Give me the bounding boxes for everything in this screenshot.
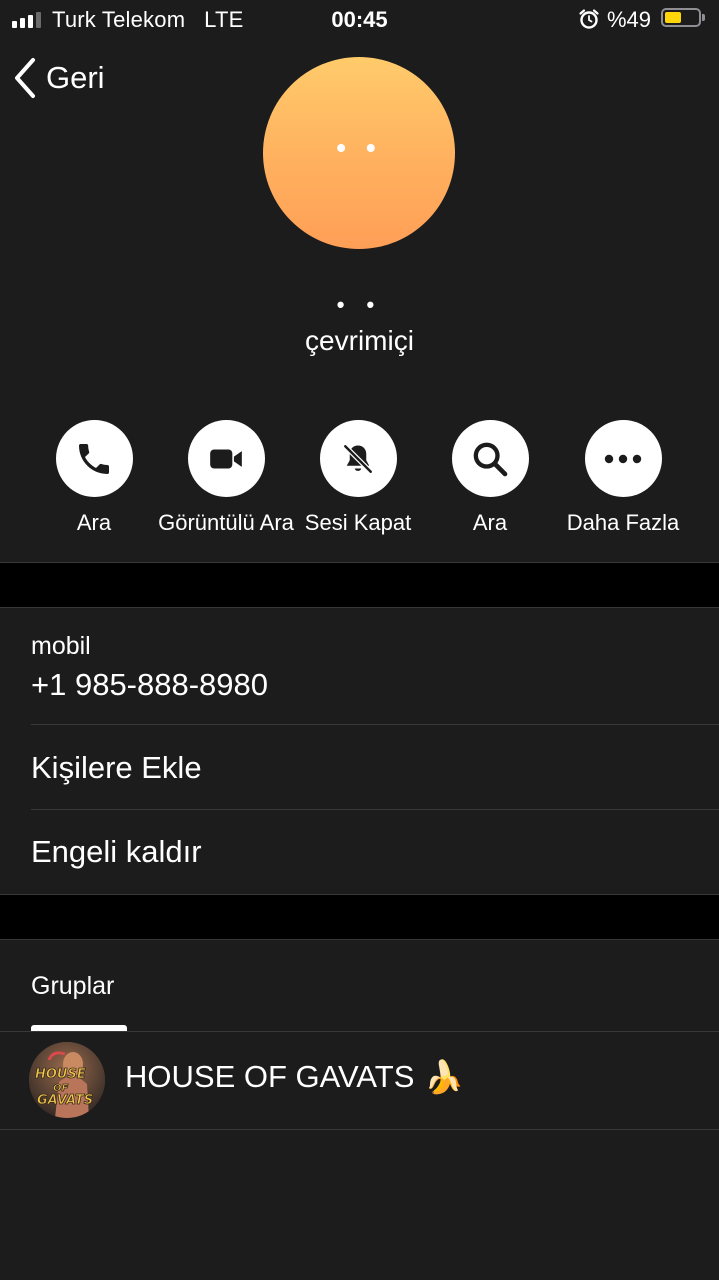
phone-type-label: mobil <box>31 632 91 660</box>
divider <box>0 1129 719 1130</box>
battery-fill <box>665 12 681 23</box>
magnifier-icon <box>451 420 529 497</box>
alarm-clock-icon <box>579 9 599 29</box>
battery-percent: %49 <box>607 7 652 32</box>
section-gap <box>0 563 719 607</box>
avatar-initials: • • <box>336 132 382 163</box>
more-button[interactable]: Daha Fazla <box>543 420 703 550</box>
svg-text:GAVATS: GAVATS <box>37 1093 93 1108</box>
profile-name: • • <box>336 292 383 317</box>
phone-number[interactable]: +1 985-888-8980 <box>31 667 268 703</box>
phone-icon <box>55 420 133 497</box>
more-label: Daha Fazla <box>566 510 680 535</box>
video-camera-icon <box>187 420 265 497</box>
chevron-left-icon <box>15 58 35 98</box>
divider <box>0 607 719 608</box>
banana-emoji: 🍌 <box>424 1058 465 1096</box>
tab-groups[interactable]: Gruplar <box>31 972 114 1001</box>
ellipsis-icon <box>584 420 662 497</box>
battery-icon <box>661 8 705 27</box>
search-label: Ara <box>472 510 508 535</box>
group-list-item[interactable]: HOUSE OF GAVATS 🍌 <box>125 1058 464 1096</box>
bell-slash-icon <box>319 420 397 497</box>
back-label: Geri <box>46 60 105 95</box>
divider <box>31 724 719 725</box>
mute-label: Sesi Kapat <box>304 510 412 535</box>
back-button[interactable]: Geri <box>12 56 105 100</box>
divider <box>0 1031 719 1032</box>
unblock-button[interactable]: Engeli kaldır <box>31 834 202 870</box>
group-avatar[interactable]: HOUSE OF GAVATS <box>29 1042 105 1118</box>
presence-status: çevrimiçi <box>305 325 414 356</box>
group-name: HOUSE OF GAVATS <box>125 1059 415 1094</box>
section-gap <box>0 895 719 939</box>
status-bar: Turk Telekom LTE 00:45 %49 <box>0 0 719 40</box>
divider <box>31 809 719 810</box>
add-to-contacts-button[interactable]: Kişilere Ekle <box>31 750 202 786</box>
svg-text:HOUSE: HOUSE <box>35 1067 86 1082</box>
profile-avatar[interactable]: • • <box>263 57 455 249</box>
divider <box>0 939 719 940</box>
video-call-label: Görüntülü Ara <box>158 510 294 535</box>
call-label: Ara <box>76 510 112 535</box>
